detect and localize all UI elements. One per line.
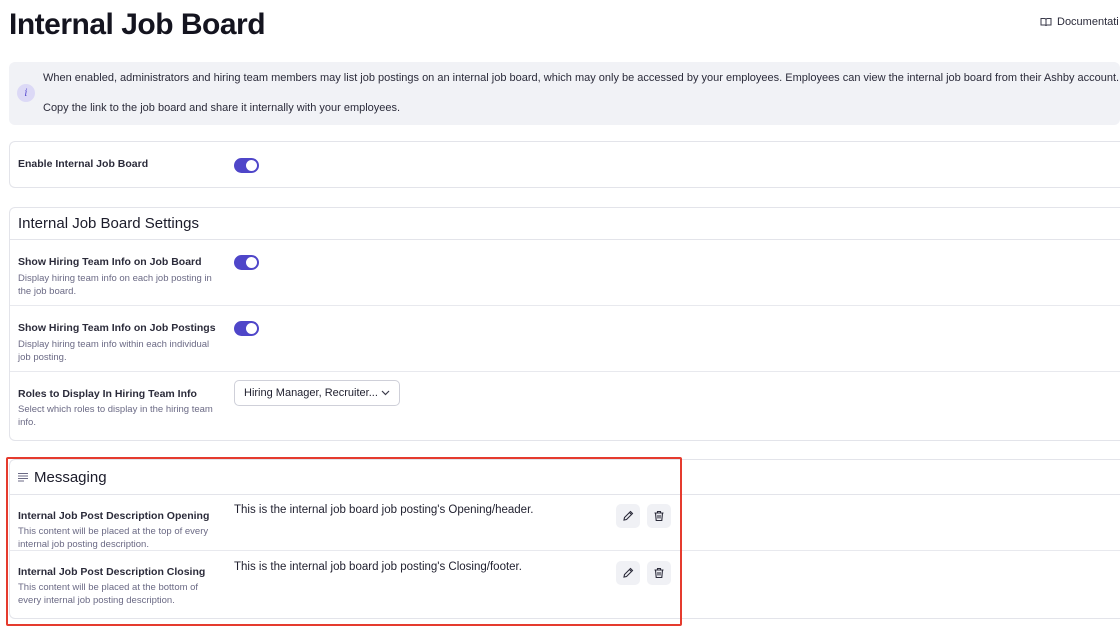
documentation-link[interactable]: Documentati xyxy=(1040,16,1119,28)
enable-label: Enable Internal Job Board xyxy=(18,158,149,170)
edit-closing-button[interactable] xyxy=(616,561,640,585)
lines-icon xyxy=(18,473,28,482)
chevron-down-icon xyxy=(381,390,390,396)
pencil-icon xyxy=(623,510,634,521)
setting-label: Show Hiring Team Info on Job Board xyxy=(18,256,202,268)
enable-card: Enable Internal Job Board xyxy=(9,141,1120,188)
trash-icon xyxy=(654,567,664,579)
hiring-team-job-postings-toggle[interactable] xyxy=(234,321,259,336)
info-icon: i xyxy=(17,84,35,102)
book-icon xyxy=(1040,18,1052,27)
documentation-label[interactable]: Documentati xyxy=(1057,16,1119,28)
messaging-header: Messaging xyxy=(10,460,1120,495)
setting-row-job-board: Show Hiring Team Info on Job Board Displ… xyxy=(10,240,1120,306)
enable-internal-job-board-toggle[interactable] xyxy=(234,158,259,173)
info-text-line1: When enabled, administrators and hiring … xyxy=(43,72,1120,84)
trash-icon xyxy=(654,510,664,522)
info-text-line2: Copy the link to the job board and share… xyxy=(43,102,401,114)
message-desc: This content will be placed at the botto… xyxy=(18,582,199,606)
setting-label: Roles to Display In Hiring Team Info xyxy=(18,388,197,400)
settings-header: Internal Job Board Settings xyxy=(10,208,1120,240)
setting-label: Show Hiring Team Info on Job Postings xyxy=(18,322,216,334)
messaging-row-closing: Internal Job Post Description Closing Th… xyxy=(10,551,1120,617)
setting-row-job-postings: Show Hiring Team Info on Job Postings Di… xyxy=(10,306,1120,372)
setting-row-roles: Roles to Display In Hiring Team Info Sel… xyxy=(10,372,1120,440)
roles-select-value: Hiring Manager, Recruiter... xyxy=(244,387,378,399)
setting-desc: Display hiring team info on each job pos… xyxy=(18,273,212,297)
message-value: This is the internal job board job posti… xyxy=(234,504,534,516)
message-label: Internal Job Post Description Opening xyxy=(18,510,210,522)
messaging-row-opening: Internal Job Post Description Opening Th… xyxy=(10,495,1120,551)
settings-card: Internal Job Board Settings Show Hiring … xyxy=(9,207,1120,441)
edit-opening-button[interactable] xyxy=(616,504,640,528)
page-title: Internal Job Board xyxy=(9,8,266,41)
setting-desc: Select which roles to display in the hir… xyxy=(18,404,213,428)
delete-opening-button[interactable] xyxy=(647,504,671,528)
message-label: Internal Job Post Description Closing xyxy=(18,566,206,578)
setting-desc: Display hiring team info within each ind… xyxy=(18,339,210,363)
delete-closing-button[interactable] xyxy=(647,561,671,585)
settings-title: Internal Job Board Settings xyxy=(18,215,199,232)
messaging-card: Messaging Internal Job Post Description … xyxy=(9,459,1120,619)
roles-select[interactable]: Hiring Manager, Recruiter... xyxy=(234,380,400,406)
info-banner: i When enabled, administrators and hirin… xyxy=(9,62,1120,125)
message-desc: This content will be placed at the top o… xyxy=(18,526,209,550)
pencil-icon xyxy=(623,567,634,578)
hiring-team-job-board-toggle[interactable] xyxy=(234,255,259,270)
messaging-title: Messaging xyxy=(34,468,107,486)
message-value: This is the internal job board job posti… xyxy=(234,561,522,573)
